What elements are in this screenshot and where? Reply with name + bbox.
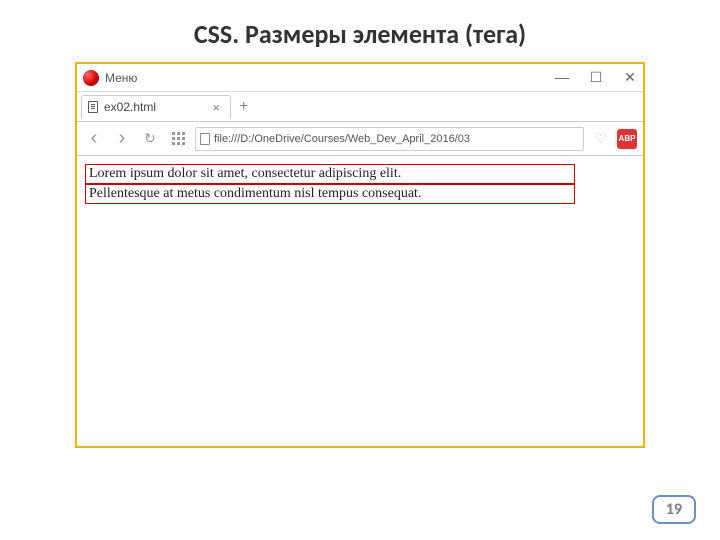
tab-active[interactable]: ex02.html × bbox=[81, 95, 231, 119]
page-viewport: Lorem ipsum dolor sit amet, consectetur … bbox=[77, 156, 643, 446]
menu-button[interactable]: Меню bbox=[105, 71, 137, 85]
new-tab-button[interactable]: + bbox=[239, 98, 248, 116]
page-number-badge: 19 bbox=[652, 495, 696, 524]
bordered-box-1: Lorem ipsum dolor sit amet, consectetur … bbox=[85, 164, 575, 184]
bordered-box-2: Pellentesque at metus condimentum nisl t… bbox=[85, 184, 575, 204]
window-controls: — ☐ ✕ bbox=[555, 69, 637, 86]
browser-window: Меню — ☐ ✕ ex02.html × + ‹ › ↻ file:///D… bbox=[75, 62, 645, 448]
maximize-button[interactable]: ☐ bbox=[589, 69, 603, 86]
minimize-button[interactable]: — bbox=[555, 69, 569, 86]
speed-dial-icon bbox=[172, 132, 185, 145]
nav-bar: ‹ › ↻ file:///D:/OneDrive/Courses/Web_De… bbox=[77, 122, 643, 156]
slide-title: CSS. Размеры элемента (тега) bbox=[0, 0, 720, 62]
reload-button[interactable]: ↻ bbox=[139, 128, 161, 150]
tab-title: ex02.html bbox=[104, 100, 156, 114]
tab-strip: ex02.html × + bbox=[77, 92, 643, 122]
forward-button[interactable]: › bbox=[111, 128, 133, 150]
back-button[interactable]: ‹ bbox=[83, 128, 105, 150]
close-button[interactable]: ✕ bbox=[623, 69, 637, 86]
address-bar[interactable]: file:///D:/OneDrive/Courses/Web_Dev_Apri… bbox=[195, 127, 584, 151]
tab-close-icon[interactable]: × bbox=[212, 100, 220, 115]
title-bar: Меню — ☐ ✕ bbox=[77, 64, 643, 92]
abp-extension-icon[interactable]: ABP bbox=[617, 129, 637, 149]
url-text: file:///D:/OneDrive/Courses/Web_Dev_Apri… bbox=[214, 133, 470, 145]
opera-logo-icon bbox=[83, 70, 99, 86]
file-icon bbox=[88, 101, 98, 113]
document-icon bbox=[200, 133, 210, 145]
bookmark-heart-icon[interactable]: ♡ bbox=[590, 130, 611, 147]
speed-dial-button[interactable] bbox=[167, 128, 189, 150]
